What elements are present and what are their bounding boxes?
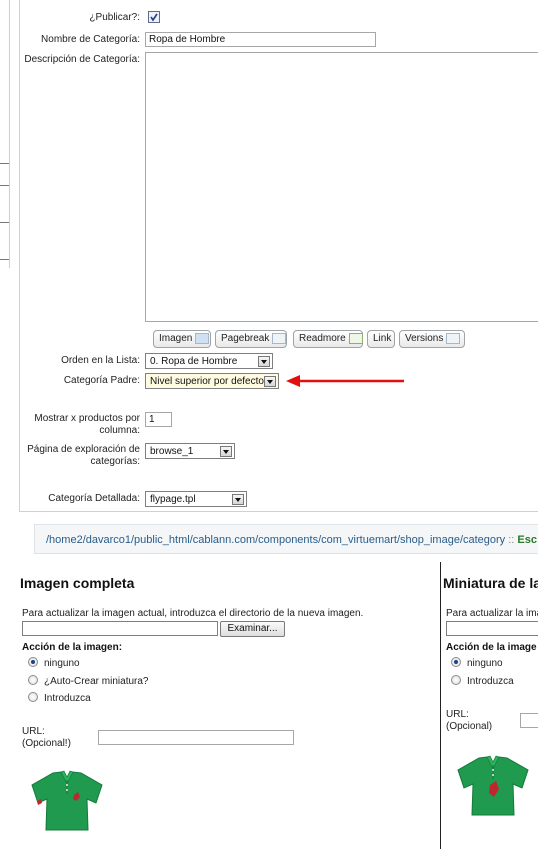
flypage-label: Categoría Detallada:	[48, 493, 140, 504]
per-row-label-line2: columna:	[99, 425, 140, 436]
image-path-line: /home2/davarco1/public_html/cablann.com/…	[46, 534, 537, 546]
thumb-image-title: Miniatura de la	[443, 575, 538, 591]
readmore-button-label: Readmore	[299, 333, 346, 344]
image-button-label: Imagen	[159, 333, 193, 344]
full-image-update-text: Para actualizar la imagen actual, introd…	[22, 608, 364, 619]
full-image-url-label-line2: (Opcional!)	[22, 738, 71, 749]
image-path-status: Esc	[517, 534, 537, 546]
flypage-select-value: flypage.tpl	[150, 494, 196, 505]
parent-select-value: Nivel superior por defecto	[150, 376, 264, 387]
full-image-browse-button[interactable]: Examinar...	[220, 621, 285, 637]
full-image-radio-enter[interactable]	[28, 692, 38, 702]
full-image-url-label-line1: URL:	[22, 726, 45, 737]
full-image-radio-none-label: ninguno	[44, 658, 80, 669]
full-image-title: Imagen completa	[20, 575, 135, 591]
parent-label: Categoría Padre:	[63, 375, 140, 386]
versions-button-label: Versions	[405, 333, 444, 344]
left-border	[9, 0, 10, 268]
left-line-2	[0, 185, 9, 186]
chevron-down-icon	[220, 446, 232, 457]
full-image-browse-label: Examinar...	[227, 623, 278, 634]
left-line-1	[0, 163, 9, 164]
image-section-divider	[440, 562, 441, 849]
flypage-select[interactable]: flypage.tpl	[145, 491, 247, 507]
chevron-down-icon	[258, 356, 270, 367]
parent-select[interactable]: Nivel superior por defecto	[145, 373, 279, 389]
thumb-image-url-label-line2: (Opcional)	[446, 721, 493, 732]
image-button[interactable]: Imagen	[153, 330, 211, 348]
category-name-input[interactable]: Ropa de Hombre	[145, 32, 376, 47]
full-image-url-input[interactable]	[98, 730, 294, 745]
image-path-text: /home2/davarco1/public_html/cablann.com/…	[46, 534, 506, 546]
readmore-button[interactable]: Readmore	[293, 330, 363, 348]
thumb-image-radio-enter-label: Introduzca	[467, 676, 514, 687]
publish-checkbox[interactable]	[148, 11, 160, 23]
pagebreak-button-label: Pagebreak	[221, 333, 270, 344]
browse-select-value: browse_1	[150, 446, 194, 457]
full-image-radio-auto[interactable]	[28, 675, 38, 685]
versions-icon	[446, 332, 461, 344]
pagebreak-icon	[272, 332, 287, 344]
per-row-label: Mostrar x productos por columna:	[20, 413, 140, 437]
link-button-label: Link	[373, 333, 392, 344]
thumb-image-url-label-line1: URL:	[446, 709, 469, 720]
pagebreak-button[interactable]: Pagebreak	[215, 330, 287, 348]
image-path-separator: ::	[505, 534, 518, 546]
per-row-input[interactable]: 1	[145, 412, 172, 427]
browse-label: Página de exploración de categorías:	[20, 444, 140, 468]
thumb-image-file-input[interactable]	[446, 621, 538, 636]
full-image-radio-auto-label: ¿Auto-Crear miniatura?	[44, 676, 149, 687]
order-select[interactable]: 0. Ropa de Hombre	[145, 353, 273, 369]
full-image-url-label: URL: (Opcional!)	[22, 726, 71, 750]
image-icon	[195, 332, 210, 344]
polo-shirt-image	[31, 770, 103, 831]
description-editor[interactable]	[145, 52, 538, 322]
thumb-image-url-input[interactable]	[520, 713, 538, 728]
full-image-action-label: Acción de la imagen:	[22, 642, 123, 653]
link-button[interactable]: Link	[367, 330, 395, 348]
thumb-image-radio-none[interactable]	[451, 657, 461, 667]
full-image-radio-enter-label: Introduzca	[44, 693, 91, 704]
browse-label-line1: Página de exploración de	[27, 444, 140, 455]
thumb-image-action-label: Acción de la image	[446, 642, 537, 653]
browse-select[interactable]: browse_1	[145, 443, 235, 459]
thumb-image-radio-enter[interactable]	[451, 675, 461, 685]
order-label: Orden en la Lista:	[61, 355, 140, 366]
per-row-label-line1: Mostrar x productos por	[34, 413, 140, 424]
thumb-image-update-text: Para actualizar la imag	[446, 608, 538, 619]
thumb-image-radio-none-label: ninguno	[467, 658, 503, 669]
description-label: Descripción de Categoría:	[24, 54, 140, 65]
chevron-down-icon	[232, 494, 244, 505]
full-image-radio-none[interactable]	[28, 657, 38, 667]
browse-label-line2: categorías:	[90, 456, 140, 467]
red-arrow-annotation	[286, 375, 404, 387]
order-select-value: 0. Ropa de Hombre	[150, 356, 238, 367]
left-line-4	[0, 259, 9, 260]
readmore-icon	[348, 332, 363, 344]
publish-label: ¿Publicar?:	[89, 12, 140, 23]
thumb-image-url-label: URL: (Opcional)	[446, 709, 492, 733]
left-line-3	[0, 222, 9, 223]
versions-button[interactable]: Versions	[399, 330, 465, 348]
name-label: Nombre de Categoría:	[41, 34, 140, 45]
chevron-down-icon	[264, 376, 276, 387]
polo-shirt-thumbnail	[457, 755, 529, 816]
full-image-file-input[interactable]	[22, 621, 218, 636]
